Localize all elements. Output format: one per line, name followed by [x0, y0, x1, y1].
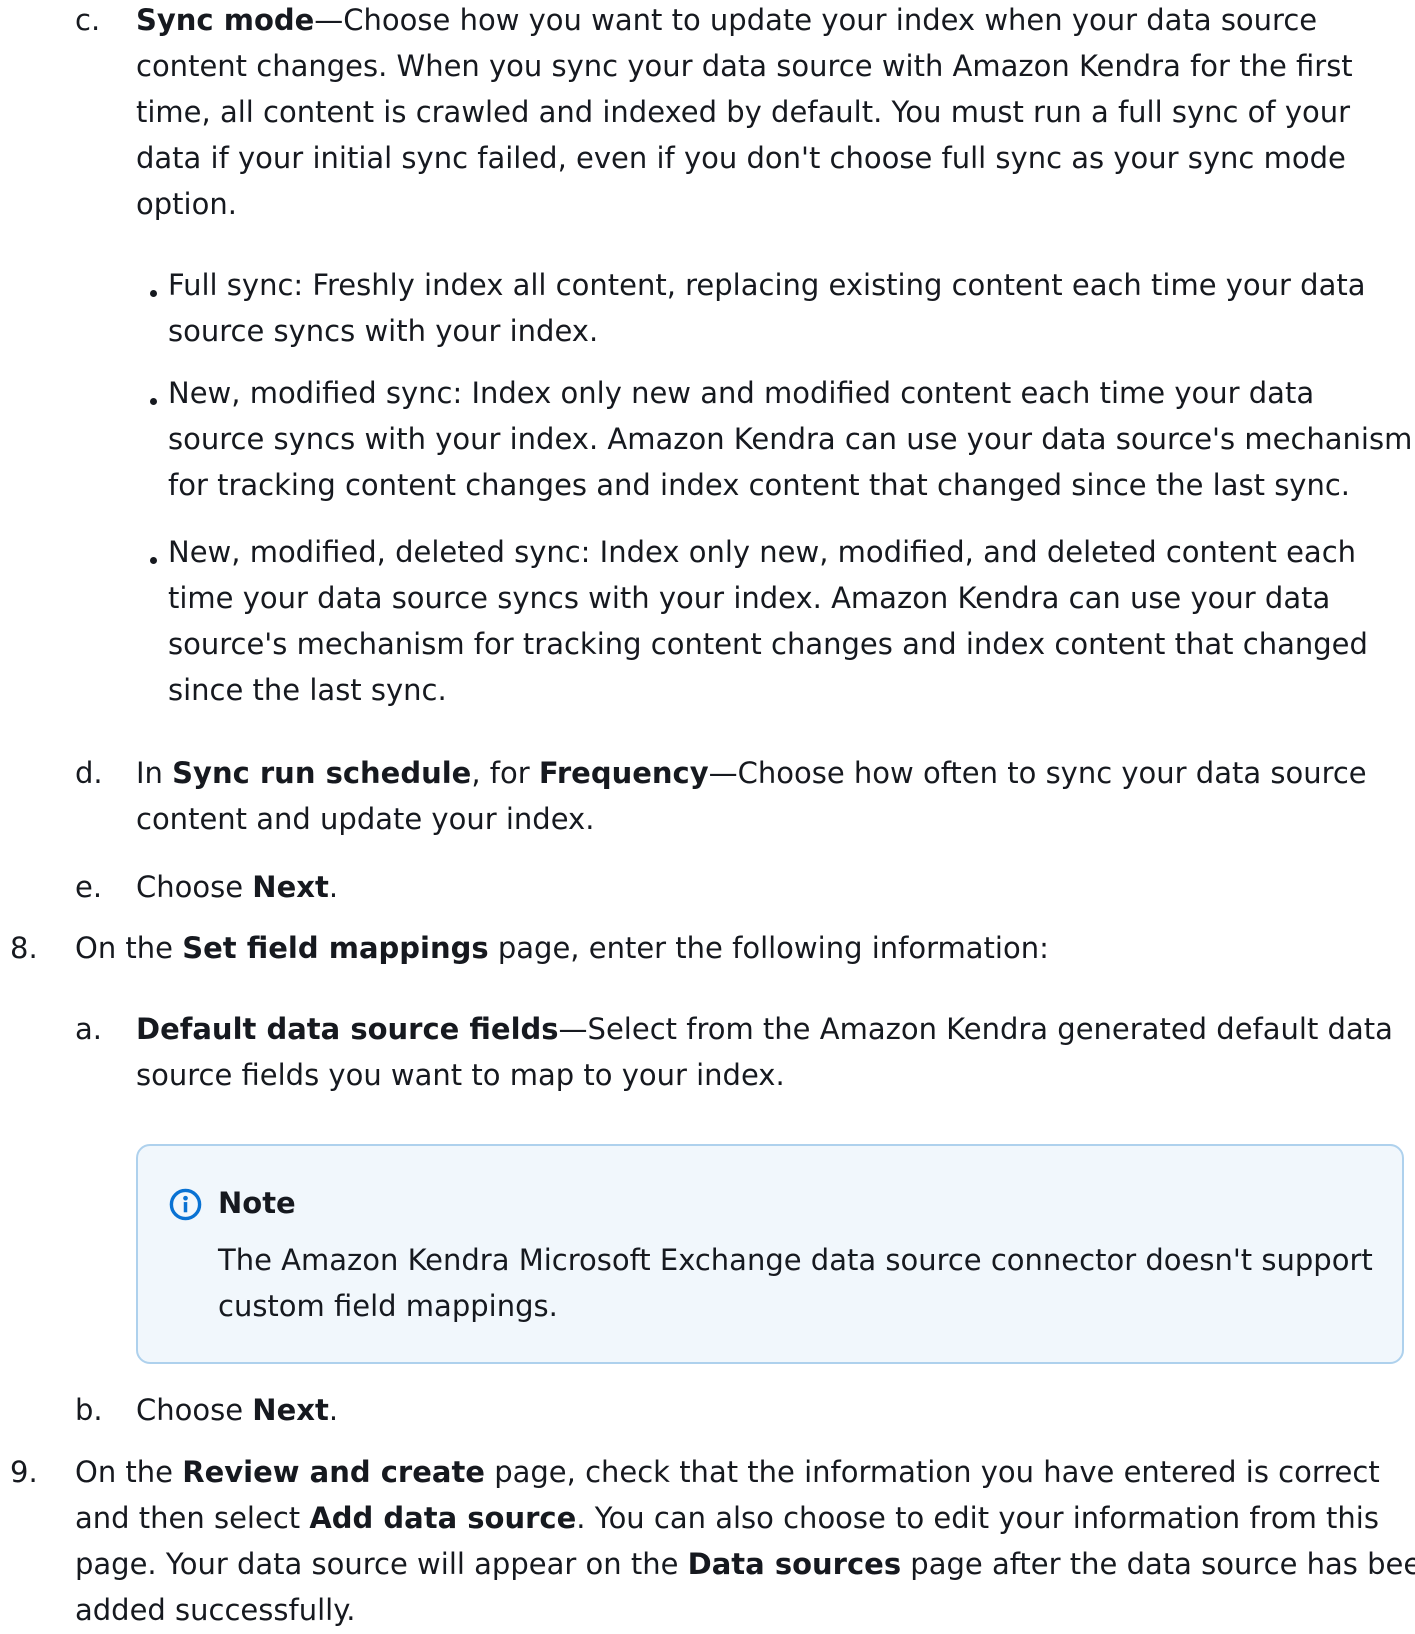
sync-schedule-line-1: In Sync run schedule, for Frequency—Choo… [136, 756, 1367, 790]
step-8-marker: 8. [10, 931, 38, 965]
bullet-new-modified-line-3: for tracking content changes and index c… [168, 468, 1351, 502]
sync-mode-line-5: option. [136, 187, 237, 221]
note-text-line-1: The Amazon Kendra Microsoft Exchange dat… [218, 1243, 1373, 1277]
sync-schedule-line-2: content and update your index. [136, 802, 595, 836]
bullet-deleted-line-3: source's mechanism for tracking content … [168, 627, 1368, 661]
choose-next-line-2: Choose Next. [136, 1393, 339, 1427]
step-9-marker: 9. [10, 1455, 38, 1489]
bullet-full-sync-line-2: source syncs with your index. [168, 314, 599, 348]
info-circle-icon [169, 1188, 202, 1221]
bullet-deleted-line-4: since the last sync. [168, 673, 447, 707]
note-title: Note [218, 1186, 296, 1220]
sync-mode-line-4: data if your initial sync failed, even i… [136, 141, 1346, 175]
list-marker-8a: a. [75, 1012, 102, 1046]
step-9-line-4: added successfully. [75, 1593, 356, 1627]
choose-next-line: Choose Next. [136, 870, 339, 904]
bullet-deleted-line-2: time your data source syncs with your in… [168, 581, 1331, 615]
bullet-deleted-line-1: New, modified, deleted sync: Index only … [168, 535, 1357, 569]
step-9-line-2: and then select Add data source. You can… [75, 1501, 1379, 1535]
sync-mode-term: Sync mode [136, 3, 315, 37]
sync-mode-line-3: time, all content is crawled and indexed… [136, 95, 1351, 129]
bullet-full-sync-line-1: Full sync: Freshly index all content, re… [168, 268, 1366, 302]
default-fields-line-1: Default data source fields—Select from t… [136, 1012, 1393, 1046]
list-marker-d: d. [75, 756, 103, 790]
bullet-dot-full-sync [150, 290, 157, 297]
list-marker-c: c. [75, 3, 101, 37]
step-9-line-3: page. Your data source will appear on th… [75, 1547, 1415, 1581]
bullet-new-modified-line-2: source syncs with your index. Amazon Ken… [168, 422, 1413, 456]
list-marker-8b: b. [75, 1393, 103, 1427]
bullet-dot-deleted-sync [150, 557, 157, 564]
note-text-line-2: custom field mappings. [218, 1289, 558, 1323]
sync-mode-line-1: Sync mode—Choose how you want to update … [136, 3, 1318, 37]
default-fields-line-2: source fields you want to map to your in… [136, 1058, 785, 1092]
bullet-dot-new-modified-sync [150, 398, 157, 405]
step-8-line: On the Set field mappings page, enter th… [75, 931, 1049, 965]
list-marker-e: e. [75, 870, 103, 904]
step-9-line-1: On the Review and create page, check tha… [75, 1455, 1380, 1489]
sync-mode-line-2: content changes. When you sync your data… [136, 49, 1353, 83]
bullet-new-modified-line-1: New, modified sync: Index only new and m… [168, 376, 1315, 410]
